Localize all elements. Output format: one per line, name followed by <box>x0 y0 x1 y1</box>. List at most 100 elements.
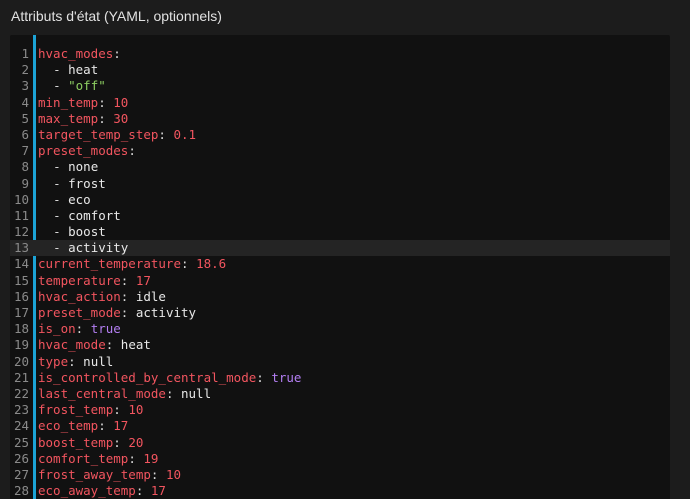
code-line[interactable]: 5 max_temp: 30 <box>10 111 670 127</box>
line-source: hvac_modes: <box>38 46 121 62</box>
line-number: 2 <box>21 62 29 78</box>
yaml-key: target_temp_step <box>38 126 159 142</box>
code-line[interactable]: 24 eco_temp: 17 <box>10 418 670 434</box>
line-source: - "off" <box>38 78 106 94</box>
yaml-code-editor[interactable]: 1 hvac_modes: 2 - heat 3 - "off" 4 min_temp: … <box>10 35 670 499</box>
line-source: min_temp: 10 <box>38 95 128 111</box>
key-colon: : <box>120 288 136 304</box>
line-number: 11 <box>13 207 29 223</box>
key-colon: : <box>135 483 151 499</box>
code-line[interactable]: 2 - heat <box>10 62 670 78</box>
code-line[interactable]: 25 boost_temp: 20 <box>10 435 670 451</box>
yaml-key: current_temperature <box>38 256 181 272</box>
yaml-value: activity <box>68 240 129 256</box>
line-source: last_central_mode: null <box>38 386 211 402</box>
key-colon: : <box>181 256 197 272</box>
line-source: - none <box>38 159 98 175</box>
line-number: 7 <box>21 143 29 159</box>
code-line[interactable]: 1 hvac_modes: <box>10 46 670 62</box>
code-line[interactable]: 4 min_temp: 10 <box>10 95 670 111</box>
yaml-key: max_temp <box>38 110 99 126</box>
yaml-value: eco <box>68 191 91 207</box>
code-line[interactable]: 27 frost_away_temp: 10 <box>10 467 670 483</box>
line-source: is_controlled_by_central_mode: true <box>38 370 301 386</box>
yaml-value: heat <box>68 62 99 78</box>
line-source: frost_away_temp: 10 <box>38 467 181 483</box>
line-number: 3 <box>21 78 29 94</box>
yaml-value: 18.6 <box>196 256 227 272</box>
line-number: 9 <box>21 175 29 191</box>
code-line[interactable]: 7 preset_modes: <box>10 143 670 159</box>
key-colon: : <box>128 450 144 466</box>
yaml-value: null <box>181 385 212 401</box>
code-line[interactable]: 13 - activity <box>10 240 670 257</box>
list-item-dash: - <box>53 78 69 94</box>
line-number: 5 <box>21 110 29 126</box>
yaml-value: none <box>68 159 99 175</box>
yaml-key: hvac_mode <box>38 337 106 353</box>
line-number: 23 <box>13 402 29 418</box>
key-colon: : <box>150 466 166 482</box>
line-source: - heat <box>38 62 98 78</box>
key-colon: : <box>256 369 272 385</box>
key-colon: : <box>98 94 114 110</box>
code-line[interactable]: 28 eco_away_temp: 17 <box>10 483 670 499</box>
yaml-value: null <box>83 353 114 369</box>
yaml-value: frost <box>68 175 106 191</box>
line-number: 14 <box>13 256 29 272</box>
code-line[interactable]: 26 comfort_temp: 19 <box>10 451 670 467</box>
yaml-value: 10 <box>128 402 144 418</box>
yaml-value: 17 <box>113 418 129 434</box>
code-line[interactable]: 20 type: null <box>10 354 670 370</box>
code-line[interactable]: 17 preset_mode: activity <box>10 305 670 321</box>
code-line[interactable]: 11 - comfort <box>10 208 670 224</box>
key-colon: : <box>128 143 136 159</box>
code-line[interactable]: 15 temperature: 17 <box>10 273 670 289</box>
code-line[interactable]: 6 target_temp_step: 0.1 <box>10 127 670 143</box>
code-line[interactable]: 23 frost_temp: 10 <box>10 402 670 418</box>
code-line[interactable]: 10 - eco <box>10 192 670 208</box>
line-number: 16 <box>13 288 29 304</box>
yaml-value: 0.1 <box>173 126 197 142</box>
code-line[interactable]: 9 - frost <box>10 176 670 192</box>
yaml-value: "off" <box>68 78 106 94</box>
code-line[interactable]: 12 - boost <box>10 224 670 240</box>
code-line[interactable]: 16 hvac_action: idle <box>10 289 670 305</box>
yaml-key: type <box>38 353 69 369</box>
list-item-dash: - <box>53 175 69 191</box>
yaml-key: last_central_mode <box>38 385 166 401</box>
code-line[interactable]: 14 current_temperature: 18.6 <box>10 256 670 272</box>
yaml-key: hvac_action <box>38 288 121 304</box>
code-line[interactable]: 22 last_central_mode: null <box>10 386 670 402</box>
line-number: 26 <box>13 450 29 466</box>
line-source: eco_away_temp: 17 <box>38 483 166 499</box>
key-colon: : <box>98 418 114 434</box>
line-source: - eco <box>38 192 91 208</box>
code-lines[interactable]: 1 hvac_modes: 2 - heat 3 - "off" 4 min_temp: … <box>10 46 670 499</box>
code-line[interactable]: 19 hvac_mode: heat <box>10 337 670 353</box>
line-source: target_temp_step: 0.1 <box>38 127 196 143</box>
line-source: temperature: 17 <box>38 273 151 289</box>
line-source: boost_temp: 20 <box>38 435 143 451</box>
line-source: type: null <box>38 354 113 370</box>
line-source: - boost <box>38 224 106 240</box>
line-source: comfort_temp: 19 <box>38 451 158 467</box>
list-item-dash: - <box>53 62 69 78</box>
yaml-key: eco_temp <box>38 418 99 434</box>
code-line[interactable]: 3 - "off" <box>10 78 670 94</box>
yaml-key: frost_temp <box>38 402 114 418</box>
line-number: 18 <box>13 321 29 337</box>
code-line[interactable]: 21 is_controlled_by_central_mode: true <box>10 370 670 386</box>
code-line[interactable]: 8 - none <box>10 159 670 175</box>
key-colon: : <box>98 110 114 126</box>
code-line[interactable]: 18 is_on: true <box>10 321 670 337</box>
line-source: preset_modes: <box>38 143 136 159</box>
yaml-value: 17 <box>135 272 151 288</box>
line-number: 6 <box>21 126 29 142</box>
list-item-dash: - <box>53 191 69 207</box>
list-item-dash: - <box>53 240 69 256</box>
line-number: 25 <box>13 434 29 450</box>
